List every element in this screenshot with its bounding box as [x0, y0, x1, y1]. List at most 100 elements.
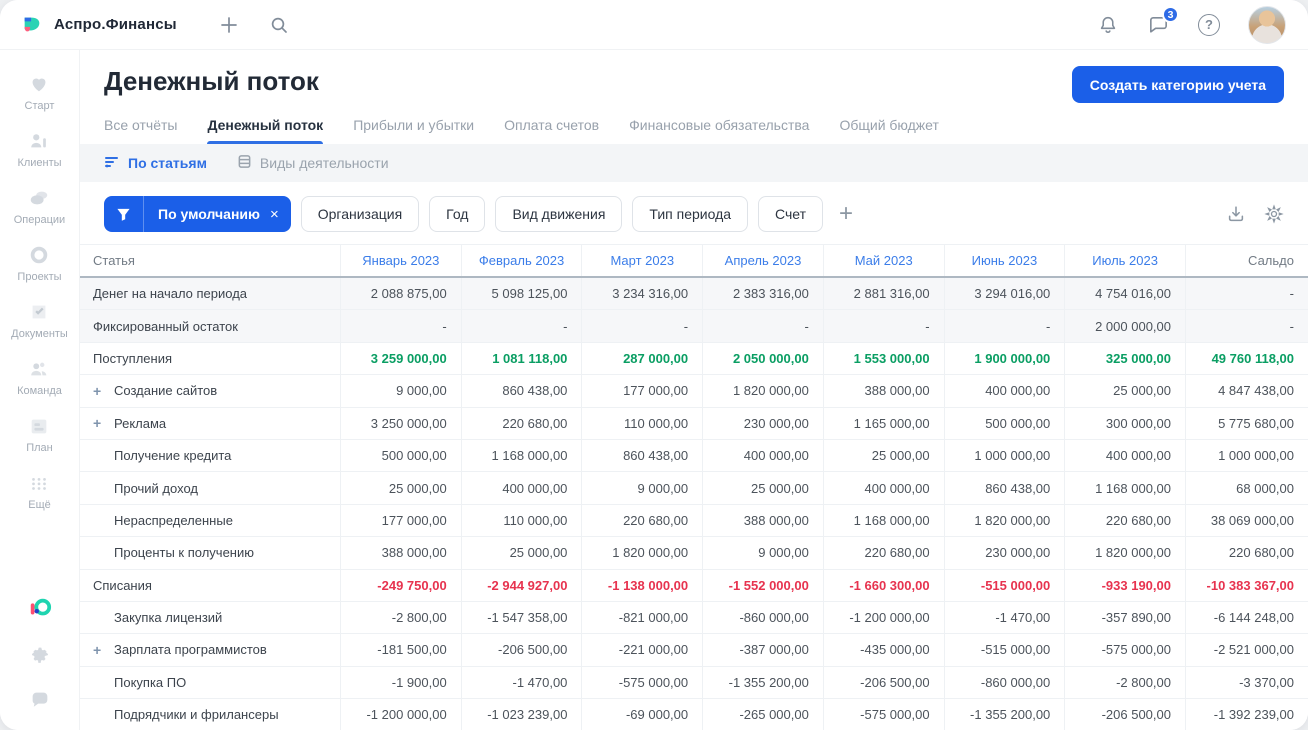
sidebar-item-start[interactable]: Старт: [11, 64, 68, 121]
cell-value: 1 820 000,00: [702, 375, 823, 407]
sidebar-item-more[interactable]: Ещё: [11, 463, 68, 520]
cell-value: 2 881 316,00: [822, 278, 944, 310]
cell-value: 110 000,00: [460, 504, 582, 537]
help-icon[interactable]: ?: [1198, 13, 1220, 36]
cell-value: -221 000,00: [581, 634, 702, 666]
row-label: Закупка лицензий: [114, 610, 223, 626]
cell-value: 220 680,00: [1064, 504, 1185, 537]
cell-value: -: [340, 310, 461, 342]
table-row: + Зарплата программистов -181 500,00 -206 5…: [80, 634, 1308, 667]
row-label[interactable]: + Создание сайтов: [80, 375, 340, 406]
cell-value: 860 438,00: [581, 439, 702, 472]
sidebar-item-clients[interactable]: Клиенты: [11, 121, 68, 178]
row-label: Списания: [93, 577, 152, 593]
table-row: Нераспределенные 177 000,00 110 000,00 220 …: [80, 504, 1308, 538]
cell-value: 1 820 000,00: [581, 537, 702, 569]
view-toggle[interactable]: Виды деятельности: [237, 154, 389, 172]
search-button[interactable]: [269, 15, 289, 35]
filter-chip[interactable]: Счет: [758, 196, 824, 232]
cell-value: 400 000,00: [1064, 439, 1185, 472]
operations-icon: [27, 186, 51, 210]
sort-lines-icon: [104, 155, 120, 172]
cell-value: 400 000,00: [822, 472, 944, 504]
cell-value: -435 000,00: [822, 634, 944, 666]
aspro-logo-icon[interactable]: [28, 596, 52, 620]
cell-value: 388 000,00: [822, 375, 944, 407]
brand[interactable]: Аспро.Финансы: [20, 13, 177, 37]
sidebar-item-documents[interactable]: Документы: [11, 292, 68, 349]
cell-saldo: -3 370,00: [1185, 666, 1308, 699]
messages-chat-icon[interactable]: 3: [1147, 6, 1179, 36]
table-settings-gear-icon[interactable]: [1264, 204, 1284, 224]
app-name: Аспро.Финансы: [54, 16, 177, 33]
table-row: Проценты к получению 388 000,00 25 000,00 1…: [80, 537, 1308, 570]
sidebar-item-operations[interactable]: Операции: [11, 178, 68, 235]
main-area: Денежный поток Создать категорию учета В…: [80, 50, 1308, 730]
column-header-month[interactable]: Июль 2023: [1064, 245, 1185, 276]
cell-value: 400 000,00: [460, 472, 582, 504]
column-header-month[interactable]: Июнь 2023: [943, 245, 1065, 276]
table-header-row: Статья Январь 2023 Февраль 2023 Март 2023 А…: [80, 245, 1308, 278]
user-avatar[interactable]: [1248, 5, 1286, 44]
add-filter-button[interactable]: +: [833, 202, 859, 226]
cell-value: 25 000,00: [460, 537, 582, 569]
create-category-button[interactable]: Создать категорию учета: [1071, 66, 1284, 103]
tab[interactable]: Все отчёты: [104, 117, 177, 144]
column-header-month[interactable]: Январь 2023: [340, 245, 461, 276]
cell-value: 2 000 000,00: [1064, 310, 1185, 342]
support-chat-icon[interactable]: [28, 688, 52, 712]
view-toggle[interactable]: По статьям: [104, 155, 207, 172]
tab[interactable]: Общий бюджет: [839, 117, 938, 144]
tab[interactable]: Денежный поток: [207, 117, 323, 144]
cell-value: -515 000,00: [943, 634, 1065, 666]
settings-gear-icon[interactable]: [28, 642, 52, 666]
cell-value: 220 680,00: [460, 407, 582, 439]
app-logo-icon: [20, 13, 44, 37]
sidebar-item-label: Операции: [13, 214, 66, 226]
cell-value: 400 000,00: [943, 375, 1065, 407]
filter-chip[interactable]: Тип периода: [632, 196, 749, 232]
cell-value: -860 000,00: [702, 601, 823, 634]
expand-plus-icon[interactable]: +: [93, 384, 101, 398]
download-icon[interactable]: [1226, 204, 1246, 224]
column-header-month[interactable]: Апрель 2023: [702, 245, 823, 276]
remove-filter-icon[interactable]: ×: [268, 206, 291, 223]
expand-plus-icon[interactable]: +: [93, 416, 101, 430]
projects-icon: [27, 243, 51, 267]
table-row: Покупка ПО -1 900,00 -1 470,00 -575 000,00-…: [80, 666, 1308, 700]
cell-saldo: -: [1185, 310, 1308, 342]
cell-value: 5 098 125,00: [460, 278, 582, 310]
cell-value: -575 000,00: [822, 699, 944, 730]
tab[interactable]: Прибыли и убытки: [353, 117, 474, 144]
cell-value: -575 000,00: [581, 666, 702, 699]
notifications-bell-icon[interactable]: [1097, 14, 1119, 36]
expand-plus-icon[interactable]: +: [93, 643, 101, 657]
column-header-month[interactable]: Февраль 2023: [460, 245, 582, 276]
table-row: Получение кредита 500 000,00 1 168 000,00 8…: [80, 439, 1308, 473]
cell-value: -: [943, 310, 1065, 342]
filter-chip[interactable]: Организация: [300, 196, 420, 232]
cell-value: -1 200 000,00: [340, 699, 461, 730]
row-label[interactable]: + Реклама: [80, 408, 340, 439]
column-header-month[interactable]: Май 2023: [822, 245, 944, 276]
filter-chip[interactable]: Вид движения: [495, 196, 623, 232]
quick-add-button[interactable]: [219, 15, 239, 35]
tab[interactable]: Финансовые обязательства: [629, 117, 809, 144]
sidebar-item-projects[interactable]: Проекты: [11, 235, 68, 292]
table-body: Денег на начало периода 2 088 875,00 5 098…: [80, 278, 1308, 730]
filter-chips: Организация Год Вид движения Тип периода Сче…: [300, 196, 824, 232]
table-row: Поступления 3 259 000,00 1 081 118,00 287 0…: [80, 342, 1308, 376]
cell-value: -206 500,00: [822, 666, 944, 699]
cell-value: 325 000,00: [1064, 342, 1185, 375]
column-header-month[interactable]: Март 2023: [581, 245, 702, 276]
tab[interactable]: Оплата счетов: [504, 117, 599, 144]
sidebar-item-team[interactable]: Команда: [11, 349, 68, 406]
cell-value: 287 000,00: [581, 342, 702, 375]
cell-value: -515 000,00: [943, 569, 1065, 601]
cell-saldo: 1 000 000,00: [1185, 439, 1308, 472]
sidebar-item-plan[interactable]: План: [11, 406, 68, 463]
default-filter-chip[interactable]: По умолчанию ×: [104, 196, 291, 232]
filter-chip[interactable]: Год: [429, 196, 486, 232]
sidebar-item-label: План: [26, 442, 53, 454]
row-label[interactable]: + Зарплата программистов: [80, 634, 340, 665]
